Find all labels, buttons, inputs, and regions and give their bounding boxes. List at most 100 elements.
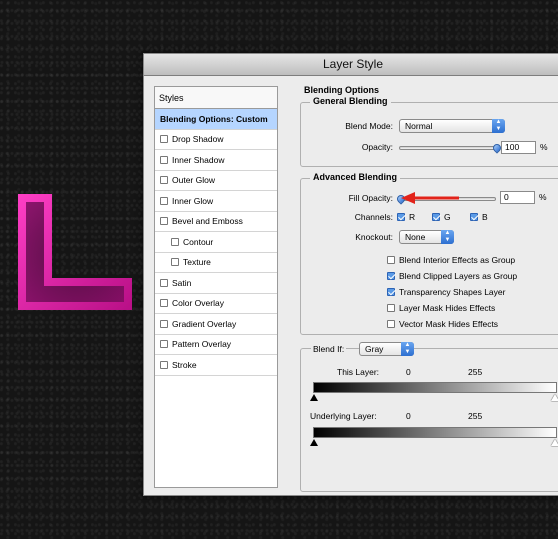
style-item[interactable]: Contour: [155, 232, 277, 253]
checkbox[interactable]: [160, 196, 168, 205]
opacity-unit: %: [540, 142, 548, 152]
this-layer-label: This Layer:: [337, 367, 380, 377]
checkbox[interactable]: [432, 213, 440, 221]
knockout-value: None: [405, 232, 426, 242]
dialog-title: Layer Style: [144, 54, 558, 76]
advanced-option-label: Transparency Shapes Layer: [399, 287, 506, 297]
blend-if-label: Blend If:: [311, 344, 347, 354]
this-layer-white-slider[interactable]: [551, 394, 558, 401]
checkbox[interactable]: [160, 217, 168, 226]
this-layer-black-slider[interactable]: [310, 394, 318, 401]
style-item-label: Drop Shadow: [172, 134, 224, 145]
fill-opacity-input[interactable]: 0: [500, 191, 535, 204]
style-item[interactable]: Drop Shadow: [155, 130, 277, 150]
checkbox[interactable]: [171, 237, 179, 246]
checkbox[interactable]: [171, 258, 179, 267]
advanced-option[interactable]: Blend Clipped Layers as Group: [387, 271, 517, 281]
knockout-select[interactable]: None ▲ ▼: [399, 230, 454, 244]
knockout-label: Knockout:: [355, 232, 393, 242]
style-item-label: Blending Options: Custom: [160, 113, 268, 124]
fill-opacity-unit: %: [539, 192, 547, 202]
checkbox[interactable]: [160, 176, 168, 185]
advanced-blending-title: Advanced Blending: [310, 172, 401, 182]
blending-options-panel: Blending Options General Blending Blend …: [292, 84, 558, 495]
checkbox[interactable]: [160, 278, 168, 287]
advanced-option-label: Layer Mask Hides Effects: [399, 303, 496, 313]
style-item-label: Texture: [183, 257, 211, 268]
checkbox[interactable]: [160, 155, 168, 164]
blend-if-select[interactable]: Gray ▲ ▼: [359, 342, 414, 356]
checkbox[interactable]: [387, 256, 395, 264]
channel-g[interactable]: G: [432, 212, 451, 222]
checkbox[interactable]: [397, 213, 405, 221]
checkbox[interactable]: [160, 135, 168, 144]
red-arrow-annotation: [401, 192, 459, 204]
checkbox[interactable]: [387, 304, 395, 312]
checkbox[interactable]: [160, 340, 168, 349]
fill-opacity-label: Fill Opacity:: [348, 193, 393, 203]
blend-if-group: Blend If: Gray ▲ ▼ This Layer: 0 255 Unde…: [300, 342, 558, 492]
style-item-label: Gradient Overlay: [172, 318, 237, 329]
this-layer-max: 255: [468, 367, 483, 377]
checkbox[interactable]: [160, 360, 168, 369]
advanced-option[interactable]: Vector Mask Hides Effects: [387, 319, 498, 329]
opacity-slider[interactable]: [399, 146, 497, 150]
style-item[interactable]: Satin: [155, 273, 277, 294]
underlying-layer-white-slider[interactable]: [551, 439, 558, 446]
style-item[interactable]: Inner Glow: [155, 191, 277, 212]
style-item[interactable]: Pattern Overlay: [155, 335, 277, 355]
select-arrows-icon: ▲ ▼: [492, 119, 505, 133]
style-item[interactable]: Color Overlay: [155, 294, 277, 314]
blending-options-title: Blending Options: [304, 85, 379, 95]
channel-b[interactable]: B: [470, 212, 488, 222]
style-item[interactable]: Blending Options: Custom: [155, 109, 277, 130]
blend-mode-select[interactable]: Normal ▲ ▼: [399, 119, 505, 133]
blend-mode-label: Blend Mode:: [345, 121, 393, 131]
opacity-input[interactable]: 100: [501, 141, 536, 154]
advanced-option[interactable]: Transparency Shapes Layer: [387, 287, 505, 297]
channels-label: Channels:: [354, 212, 393, 222]
layer-style-dialog: Layer Style Styles Blending Options: Cus…: [143, 53, 558, 496]
general-blending-group: General Blending Blend Mode: Normal ▲ ▼ O…: [300, 96, 558, 167]
checkbox[interactable]: [387, 288, 395, 296]
style-item[interactable]: Stroke: [155, 355, 277, 376]
this-layer-min: 0: [406, 367, 411, 377]
style-item[interactable]: Texture: [155, 253, 277, 273]
style-item[interactable]: Bevel and Emboss: [155, 212, 277, 232]
style-item-label: Stroke: [172, 359, 197, 370]
checkbox[interactable]: [470, 213, 478, 221]
style-item-label: Contour: [183, 236, 214, 247]
checkbox[interactable]: [160, 299, 168, 308]
letter-l-artwork: [16, 192, 134, 312]
style-item-label: Inner Shadow: [172, 154, 225, 165]
styles-list: Styles Blending Options: Custom Drop Shad…: [154, 86, 278, 488]
advanced-blending-group: Advanced Blending Fill Opacity: 0 % Chan…: [300, 172, 558, 335]
style-item[interactable]: Gradient Overlay: [155, 314, 277, 335]
channel-r-label: R: [409, 212, 416, 222]
advanced-option[interactable]: Blend Interior Effects as Group: [387, 255, 515, 265]
style-item-label: Color Overlay: [172, 298, 224, 309]
advanced-option-label: Blend Clipped Layers as Group: [399, 271, 518, 281]
underlying-layer-max: 255: [468, 411, 483, 421]
channel-b-label: B: [482, 212, 488, 222]
checkbox[interactable]: [387, 272, 395, 280]
styles-header[interactable]: Styles: [155, 87, 277, 109]
underlying-layer-black-slider[interactable]: [310, 439, 318, 446]
opacity-label: Opacity:: [361, 142, 393, 152]
checkbox[interactable]: [160, 319, 168, 328]
style-item[interactable]: Inner Shadow: [155, 150, 277, 171]
advanced-option[interactable]: Layer Mask Hides Effects: [387, 303, 495, 313]
select-arrows-icon: ▲ ▼: [401, 342, 414, 356]
blend-mode-value: Normal: [405, 121, 433, 131]
underlying-layer-gradient: [313, 427, 557, 438]
advanced-option-label: Vector Mask Hides Effects: [399, 319, 499, 329]
style-item-label: Bevel and Emboss: [172, 216, 243, 227]
style-item-label: Inner Glow: [172, 195, 214, 206]
select-arrows-icon: ▲ ▼: [441, 230, 454, 244]
blend-if-value: Gray: [365, 344, 384, 354]
channel-r[interactable]: R: [397, 212, 415, 222]
checkbox[interactable]: [387, 320, 395, 328]
style-item[interactable]: Outer Glow: [155, 171, 277, 191]
style-item-label: Outer Glow: [172, 175, 215, 186]
underlying-layer-label: Underlying Layer:: [310, 411, 377, 421]
